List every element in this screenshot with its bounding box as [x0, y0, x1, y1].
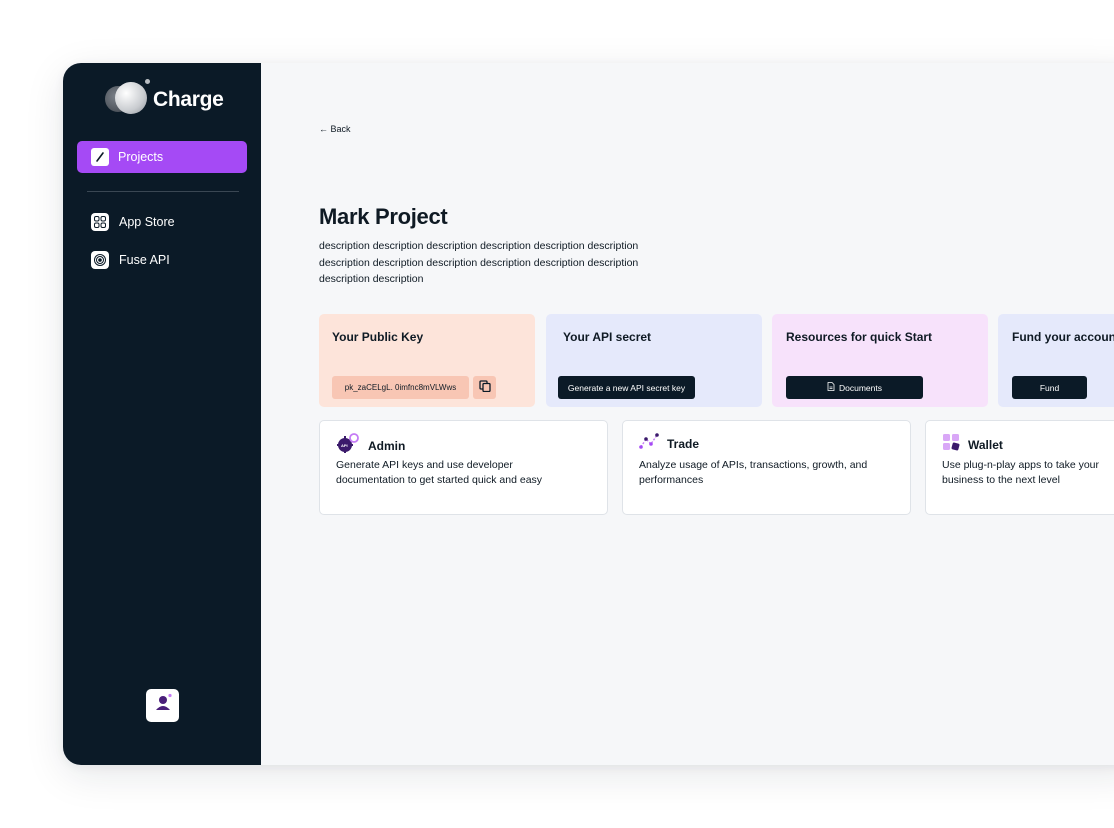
api-gear-icon: API [336, 433, 360, 458]
svg-text:API: API [341, 443, 348, 448]
feature-title: Admin [368, 438, 406, 453]
grid-icon [91, 213, 109, 231]
copy-icon [478, 379, 491, 397]
feature-title: Wallet [968, 437, 1003, 452]
documents-label: Documents [839, 382, 882, 393]
documents-button[interactable]: Documents [786, 376, 923, 399]
chart-line-icon [639, 433, 659, 454]
page-title: Mark Project [319, 204, 448, 229]
copy-key-button[interactable] [473, 376, 496, 399]
generate-secret-button[interactable]: Generate a new API secret key [558, 376, 695, 399]
public-key-value[interactable]: pk_zaCELgL. 0imfnc8mVLWws [332, 376, 469, 399]
card-title: Your Public Key [332, 330, 424, 344]
sidebar-item-app-store[interactable]: App Store [91, 211, 241, 233]
wallet-blocks-icon [942, 433, 960, 456]
trade-feature-card[interactable]: Trade Analyze usage of APIs, transaction… [622, 420, 911, 515]
sidebar: Charge Projects App Store Fuse API [63, 63, 261, 765]
card-title: Fund your account [1012, 330, 1114, 344]
feature-description: Analyze usage of APIs, transactions, gro… [639, 459, 868, 486]
app-name: Charge [153, 88, 224, 111]
back-link[interactable]: ← Back [319, 124, 351, 134]
fund-button[interactable]: Fund [1012, 376, 1087, 399]
card-title: Resources for quick Start [786, 330, 933, 344]
main-content: ← Back Mark Project description descript… [261, 63, 1114, 765]
feature-description: Generate API keys and use developer docu… [336, 459, 543, 486]
pencil-icon [91, 148, 109, 166]
public-key-card: Your Public Key pk_zaCELgL. 0imfnc8mVLWw… [319, 314, 535, 407]
sidebar-item-label: Projects [118, 150, 164, 164]
card-title: Your API secret [563, 330, 652, 344]
api-secret-card: Your API secret Generate a new API secre… [546, 314, 762, 407]
charge-logo-icon [105, 79, 150, 117]
document-icon [827, 382, 835, 393]
feature-description: Use plug-n-play apps to take your busine… [942, 459, 1100, 486]
sidebar-item-label: App Store [119, 215, 175, 229]
sidebar-item-fuse-api[interactable]: Fuse API [91, 249, 241, 271]
target-icon [91, 251, 109, 269]
wallet-feature-card[interactable]: Wallet Use plug-n-play apps to take your… [925, 420, 1114, 515]
sidebar-item-projects[interactable]: Projects [77, 141, 247, 173]
user-icon [152, 692, 174, 719]
admin-feature-card[interactable]: API Admin Generate API keys and use deve… [319, 420, 608, 515]
fund-card: Fund your account Fund [998, 314, 1114, 407]
resources-card: Resources for quick Start Documents [772, 314, 988, 407]
charge-logo[interactable]: Charge [105, 79, 224, 117]
feature-title: Trade [667, 436, 700, 451]
back-label: ← Back [319, 124, 351, 134]
user-avatar-button[interactable] [146, 689, 179, 722]
app-window: Charge Projects App Store Fuse API ← Bac… [63, 63, 1114, 765]
sidebar-divider [87, 191, 239, 192]
sidebar-item-label: Fuse API [119, 253, 170, 267]
page-description: description description description desc… [319, 240, 639, 285]
